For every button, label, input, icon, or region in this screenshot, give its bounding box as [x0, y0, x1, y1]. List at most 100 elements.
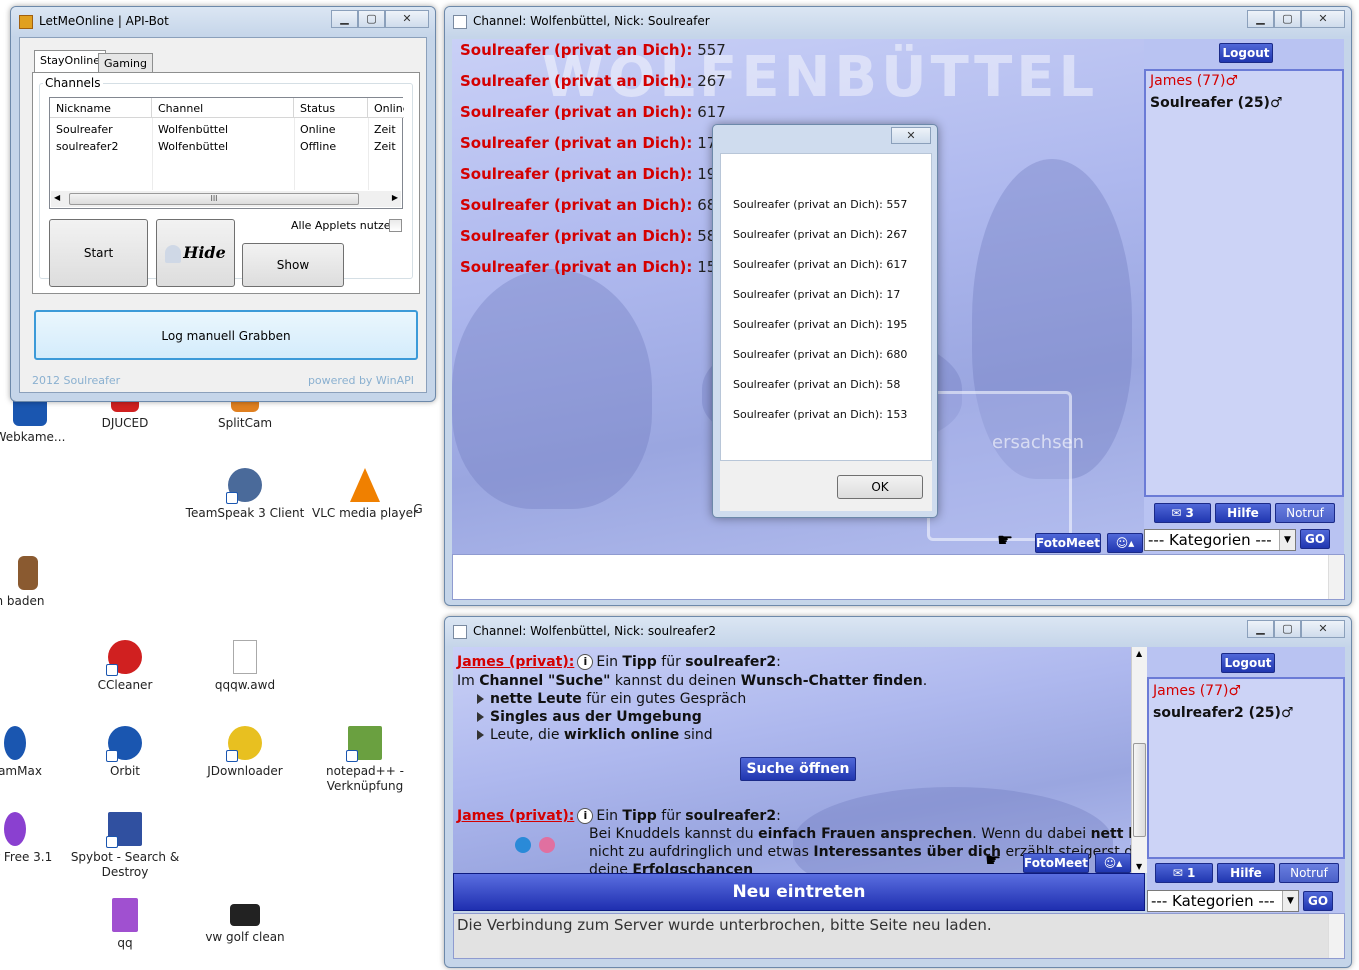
logout-button[interactable]: Logout — [1219, 43, 1273, 63]
user-list-item[interactable]: Soulreafer (25)♂ — [1150, 95, 1283, 111]
message-sender[interactable]: Soulreafer (privat an Dich): — [460, 103, 692, 121]
notruf-button[interactable]: Notruf — [1275, 503, 1335, 523]
flower-icon — [4, 812, 26, 846]
tip-nick: soulreafer2 — [685, 808, 777, 824]
minimize-button[interactable]: ▁ — [1247, 10, 1274, 28]
desktop-icon-label: SplitCam — [217, 416, 273, 430]
dialog-line: Soulreafer (privat an Dich): 195 — [733, 318, 908, 331]
message-sender[interactable]: Soulreafer (privat an Dich): — [460, 134, 692, 152]
desktop-icon-jdownloader[interactable]: JDownloader — [185, 726, 305, 779]
scroll-up-icon[interactable]: ▲ — [1136, 649, 1142, 658]
column-header-status[interactable]: Status — [294, 98, 368, 118]
ok-button[interactable]: OK — [837, 475, 923, 499]
close-button[interactable]: ✕ — [1301, 10, 1345, 28]
tip-bullet: nette Leute für ein gutes Gespräch — [477, 691, 746, 707]
channels-listview[interactable]: Nickname Channel Status Online Soulreafe… — [49, 97, 404, 209]
pointing-hand-icon: ☛ — [997, 530, 1014, 551]
hilfe-button[interactable]: Hilfe — [1217, 863, 1275, 883]
desktop-icon-label: Orbit — [109, 764, 141, 778]
column-header-channel[interactable]: Channel — [152, 98, 294, 118]
desktop-icon-vwgolf[interactable]: vw golf clean — [185, 898, 305, 945]
status-scrollbar[interactable] — [1328, 914, 1344, 958]
minimize-button[interactable]: ▁ — [331, 10, 358, 28]
arrow-bullet-icon — [477, 730, 484, 740]
start-button[interactable]: Start — [49, 219, 148, 287]
mail-button[interactable]: ✉ 1 — [1155, 863, 1213, 883]
message-sender[interactable]: Soulreafer (privat an Dich): — [460, 227, 692, 245]
horizontal-scrollbar[interactable]: ◀ III ▶ — [51, 191, 401, 207]
desktop-icon-spybot[interactable]: Spybot - Search & Destroy — [65, 812, 185, 880]
user-list-item[interactable]: James (77)♂ — [1150, 73, 1238, 89]
title-bar[interactable]: LetMeOnline | API-Bot ▁ ▢ ✕ — [11, 7, 435, 37]
close-button[interactable]: ✕ — [1301, 620, 1345, 638]
dialog-close-button[interactable]: ✕ — [891, 127, 931, 144]
go-button[interactable]: GO — [1303, 891, 1333, 911]
scroll-thumb[interactable] — [1133, 743, 1146, 837]
desktop-icon-ccleaner[interactable]: CCleaner — [65, 640, 185, 693]
message-scrollbar[interactable]: ▲ ▼ — [1131, 647, 1147, 873]
desktop-icon-qq[interactable]: qq — [65, 898, 185, 951]
column-header-online[interactable]: Online — [368, 98, 404, 118]
column-header-nickname[interactable]: Nickname — [50, 98, 152, 118]
hilfe-button[interactable]: Hilfe — [1215, 503, 1271, 523]
message-sender[interactable]: Soulreafer (privat an Dich): — [460, 196, 692, 214]
message-line: Soulreafer (privat an Dich): 680 — [460, 196, 726, 214]
kategorien-select[interactable]: --- Kategorien --- ▼ — [1147, 890, 1299, 912]
all-applets-checkbox[interactable] — [389, 219, 402, 232]
title-bar[interactable]: Channel: Wolfenbüttel, Nick: soulreafer2… — [445, 617, 1351, 647]
vlc-cone-icon — [350, 468, 380, 502]
hide-button[interactable]: Hide — [156, 219, 235, 287]
notruf-button[interactable]: Notruf — [1279, 863, 1339, 883]
scroll-thumb[interactable]: III — [69, 193, 359, 205]
message-sender[interactable]: Soulreafer (privat an Dich): — [460, 165, 692, 183]
dialog-line: Soulreafer (privat an Dich): 17 — [733, 288, 901, 301]
tip-text: Tipp — [622, 808, 657, 824]
maximize-button[interactable]: ▢ — [1274, 620, 1301, 638]
scroll-down-icon[interactable]: ▼ — [1136, 862, 1142, 871]
desktop-icon-qqqw[interactable]: qqqw.awd — [185, 640, 305, 693]
scroll-right-icon[interactable]: ▶ — [392, 193, 398, 202]
blue-smiley-icon — [515, 837, 531, 853]
maximize-button[interactable]: ▢ — [358, 10, 385, 28]
minimize-button[interactable]: ▁ — [1247, 620, 1274, 638]
desktop-icon-orbit[interactable]: Orbit — [65, 726, 185, 779]
maximize-button[interactable]: ▢ — [1274, 10, 1301, 28]
tab-stayonline[interactable]: StayOnline — [34, 50, 107, 72]
message-sender[interactable]: James (privat): — [457, 654, 574, 670]
desktop-icon-notepadpp[interactable]: notepad++ - Verknüpfung — [305, 726, 425, 794]
user-list-item[interactable]: James (77)♂ — [1153, 683, 1241, 699]
message-sender[interactable]: Soulreafer (privat an Dich): — [460, 41, 692, 59]
close-button[interactable]: ✕ — [385, 10, 429, 28]
show-button[interactable]: Show — [242, 243, 344, 287]
desktop-icon-teamspeak[interactable]: TeamSpeak 3 Client — [185, 468, 305, 521]
fotomeet-button[interactable]: FotoMeet — [1035, 533, 1101, 553]
go-button[interactable]: GO — [1300, 529, 1330, 549]
mail-button[interactable]: ✉ 3 — [1154, 503, 1211, 523]
neu-eintreten-button[interactable]: Neu eintreten — [453, 873, 1145, 911]
message-sender[interactable]: Soulreafer (privat an Dich): — [460, 258, 692, 276]
message-sender[interactable]: Soulreafer (privat an Dich): — [460, 72, 692, 90]
log-grab-button[interactable]: Log manuell Grabben — [34, 310, 418, 360]
dialog-line: Soulreafer (privat an Dich): 617 — [733, 258, 908, 271]
smiley-menu-button[interactable]: ☺▴ — [1095, 853, 1131, 873]
user-list-item[interactable]: soulreafer2 (25)♂ — [1153, 705, 1294, 721]
logout-button[interactable]: Logout — [1221, 653, 1275, 673]
tip-text: Bei Knuddels kannst du — [589, 826, 754, 842]
tip-header: James (privat): i Ein Tipp für soulreafer2… — [457, 808, 781, 824]
kategorien-select[interactable]: --- Kategorien --- ▼ — [1144, 529, 1296, 551]
tab-gaming[interactable]: Gaming — [98, 53, 153, 73]
message-sender[interactable]: James (privat): — [457, 808, 574, 824]
desktop-icon-baden[interactable]: n baden — [0, 556, 80, 609]
arrow-bullet-icon — [477, 694, 484, 704]
folder-image-icon — [18, 556, 38, 590]
media-file-icon — [112, 898, 138, 932]
input-scrollbar[interactable] — [1328, 555, 1344, 599]
scroll-left-icon[interactable]: ◀ — [54, 193, 60, 202]
fotomeet-button[interactable]: FotoMeet — [1023, 853, 1089, 873]
smiley-menu-button[interactable]: ☺▴ — [1107, 533, 1143, 553]
user-list: James (77)♂ Soulreafer (25)♂ — [1144, 69, 1344, 497]
tip-text: Ein — [596, 654, 618, 670]
suche-oeffnen-button[interactable]: Suche öffnen — [740, 757, 856, 781]
chat-input[interactable] — [452, 554, 1345, 600]
title-bar[interactable]: Channel: Wolfenbüttel, Nick: Soulreafer … — [445, 7, 1351, 37]
